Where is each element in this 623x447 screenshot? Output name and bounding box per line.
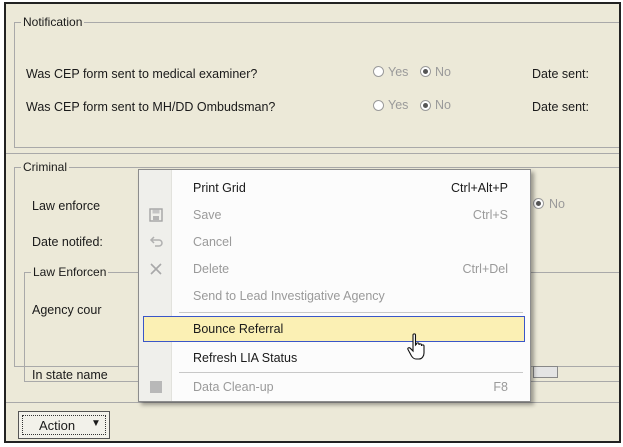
law-enforcement-label: Law enforce: [32, 199, 101, 213]
menu-item-label: Delete: [193, 262, 230, 276]
menu-item-label: Bounce Referral: [193, 322, 284, 336]
cep-omb-yes-label: Yes: [388, 98, 409, 112]
section-divider: [6, 153, 619, 154]
bottom-divider: [6, 402, 619, 403]
date-sent-label-2: Date sent:: [532, 100, 589, 114]
menu-item-label: Send to Lead Investigative Agency: [193, 289, 385, 303]
notification-title: Notification: [21, 15, 85, 29]
menu-item-shortcut: Ctrl+S: [472, 208, 508, 222]
hand-pointer-icon: [407, 333, 425, 360]
menu-item-delete[interactable]: Delete Ctrl+Del: [139, 256, 530, 282]
cep-ombudsman-question: Was CEP form sent to MH/DD Ombudsman?: [26, 100, 276, 114]
cep-omb-no-radio[interactable]: [420, 100, 431, 111]
menu-item-label: Cancel: [193, 235, 232, 249]
menu-separator: [179, 372, 523, 373]
menu-item-shortcut: Ctrl+Del: [462, 262, 509, 276]
criminal-title: Criminal: [21, 160, 70, 174]
cep-medical-examiner-question: Was CEP form sent to medical examiner?: [26, 67, 258, 81]
grid-icon: [148, 380, 163, 395]
menu-separator: [179, 312, 523, 313]
floppy-icon: [148, 208, 163, 223]
date-notified-label: Date notifed:: [32, 235, 103, 249]
menu-item-label: Save: [193, 208, 222, 222]
cep-me-no-label: No: [435, 65, 451, 79]
field-scroll-box[interactable]: [533, 366, 558, 378]
law-enforcement-group-title: Law Enforcen: [31, 265, 109, 279]
menu-item-bounce-referral[interactable]: Bounce Referral: [143, 316, 525, 342]
menu-item-label: Refresh LIA Status: [193, 351, 298, 365]
form-window: Notification Was CEP form sent to medica…: [4, 2, 621, 443]
x-icon: [148, 262, 163, 277]
cep-me-yes-radio[interactable]: [373, 66, 384, 77]
law-enforcement-no-radio[interactable]: [533, 198, 544, 209]
menu-item-label: Print Grid: [193, 181, 246, 195]
cep-me-yes-label: Yes: [388, 65, 409, 79]
menu-item-save[interactable]: Save Ctrl+S: [139, 202, 530, 228]
agency-county-label: Agency cour: [32, 303, 102, 317]
menu-item-cancel[interactable]: Cancel: [139, 229, 530, 255]
menu-item-refresh-lia-status[interactable]: Refresh LIA Status: [139, 345, 530, 371]
cep-me-no-radio[interactable]: [420, 66, 431, 77]
in-state-name-label: In state name: [32, 368, 108, 382]
undo-icon: [148, 235, 163, 250]
menu-item-shortcut: Ctrl+Alt+P: [451, 181, 508, 195]
menu-item-label: Data Clean-up: [193, 380, 274, 394]
menu-item-data-clean-up[interactable]: Data Clean-up F8: [139, 374, 530, 400]
date-sent-label-1: Date sent:: [532, 67, 589, 81]
action-context-menu: Print Grid Ctrl+Alt+P Save Ctrl+S Cancel…: [138, 169, 531, 402]
menu-item-shortcut: F8: [493, 380, 508, 394]
menu-item-print-grid[interactable]: Print Grid Ctrl+Alt+P: [139, 175, 530, 201]
law-enforcement-no-label: No: [549, 197, 565, 211]
chevron-down-icon: ▼: [91, 418, 101, 429]
menu-item-send-to-lia[interactable]: Send to Lead Investigative Agency: [139, 283, 530, 309]
action-button-label: Action: [39, 418, 76, 433]
cep-omb-yes-radio[interactable]: [373, 100, 384, 111]
cep-omb-no-label: No: [435, 98, 451, 112]
notification-group: Notification: [14, 15, 619, 148]
action-button[interactable]: Action ▼: [18, 411, 110, 439]
